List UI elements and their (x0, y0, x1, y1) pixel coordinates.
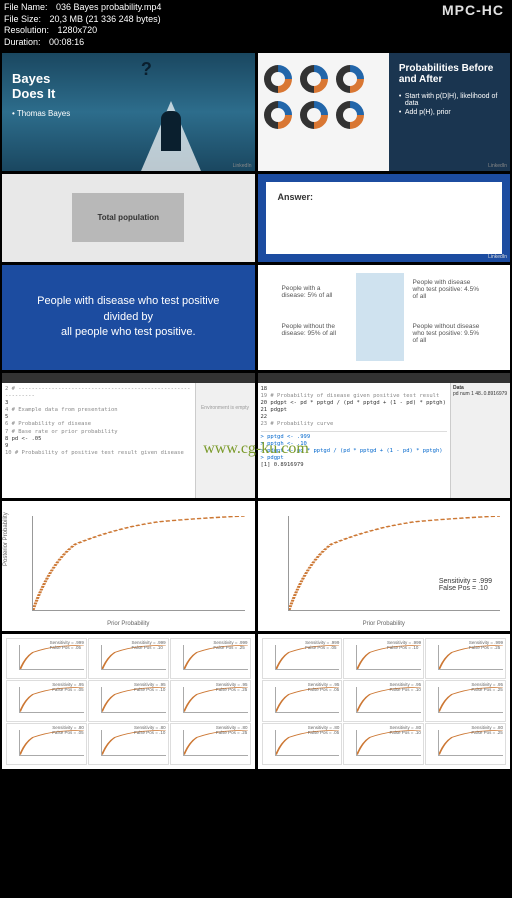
thumb-3[interactable]: Total population (2, 174, 255, 262)
answer-box: Answer: (266, 182, 503, 254)
thumb-4[interactable]: Answer: LinkedIn (258, 174, 511, 262)
small-chart: Sensitivity = .80False Pos = .05 (6, 723, 87, 765)
duration-label: Duration: (4, 37, 41, 47)
small-chart: Sensitivity = .999False Pos = .10 (88, 638, 169, 680)
small-chart: Sensitivity = .95False Pos = .25 (170, 680, 251, 722)
thumb-7[interactable]: 2 # ------------------------------------… (2, 373, 255, 498)
small-chart: Sensitivity = .80False Pos = .10 (343, 723, 424, 765)
env-panel: Datapd num 1 48..0.8916979 (450, 383, 510, 498)
thumb-8[interactable]: 1819 # Probability of disease given posi… (258, 373, 511, 498)
code-editor: 1819 # Probability of disease given posi… (258, 383, 451, 498)
line-chart (32, 516, 245, 611)
donut-icon (294, 95, 334, 135)
thumb-2[interactable]: Probabilities Before and After Start wit… (258, 53, 511, 171)
resolution-value: 1280x720 (58, 25, 98, 35)
small-chart: Sensitivity = .95False Pos = .05 (262, 680, 343, 722)
thumb-11[interactable]: Sensitivity = .999False Pos = .05Sensiti… (2, 634, 255, 769)
thumb-5[interactable]: People with disease who test positivediv… (2, 265, 255, 370)
env-panel: Environment is empty (195, 383, 255, 498)
code-editor: 2 # ------------------------------------… (2, 383, 195, 498)
thumbnail-grid: BayesDoes It • Thomas Bayes ? LinkedIn P… (0, 51, 512, 771)
filename-label: File Name: (4, 2, 48, 12)
small-chart: Sensitivity = .999False Pos = .25 (170, 638, 251, 680)
duration-value: 00:08:16 (49, 37, 84, 47)
filesize-value: 20,3 MB (21 336 248 bytes) (50, 14, 161, 24)
x-axis-label: Prior Probability (107, 621, 149, 627)
small-chart: Sensitivity = .80False Pos = .05 (262, 723, 343, 765)
attribution: LinkedIn (488, 163, 507, 169)
player-logo: MPC-HC (442, 2, 504, 18)
thumb-12[interactable]: Sensitivity = .999False Pos = .05Sensiti… (258, 634, 511, 769)
donut-icon (330, 59, 370, 99)
formula-text: People with disease who test positivediv… (37, 294, 219, 340)
ide-toolbar (2, 373, 255, 383)
question-mark-icon: ? (141, 59, 152, 80)
donut-icon (258, 59, 298, 99)
small-chart: Sensitivity = .999False Pos = .05 (262, 638, 343, 680)
chart-annotation: Sensitivity = .999False Pos = .10 (439, 578, 492, 592)
filesize-label: File Size: (4, 14, 41, 24)
ide-toolbar (258, 373, 511, 383)
small-chart: Sensitivity = .80False Pos = .10 (88, 723, 169, 765)
small-chart: Sensitivity = .999False Pos = .25 (425, 638, 506, 680)
silhouette-figure (141, 101, 201, 171)
x-axis-label: Prior Probability (363, 621, 405, 627)
thumb-6[interactable]: People with a disease: 5% of all People … (258, 265, 511, 370)
file-info-bar: File Name: 036 Bayes probability.mp4 Fil… (0, 0, 512, 51)
small-chart: Sensitivity = .95False Pos = .05 (6, 680, 87, 722)
thumb-1[interactable]: BayesDoes It • Thomas Bayes ? LinkedIn (2, 53, 255, 171)
attribution: LinkedIn (233, 163, 252, 169)
small-chart: Sensitivity = .95False Pos = .10 (88, 680, 169, 722)
small-chart: Sensitivity = .80False Pos = .25 (425, 723, 506, 765)
thumb-10[interactable]: Sensitivity = .999False Pos = .10 Prior … (258, 501, 511, 631)
small-chart: Sensitivity = .999False Pos = .10 (343, 638, 424, 680)
curve-line (33, 516, 245, 610)
donut-icon (294, 59, 334, 99)
donut-icon (258, 95, 298, 135)
small-chart: Sensitivity = .95False Pos = .25 (425, 680, 506, 722)
filename-value: 036 Bayes probability.mp4 (56, 2, 161, 12)
donut-icon (330, 95, 370, 135)
donut-icons (264, 65, 364, 129)
line-chart: Sensitivity = .999False Pos = .10 (288, 516, 501, 611)
small-chart: Sensitivity = .95False Pos = .10 (343, 680, 424, 722)
tree-diagram: People with a disease: 5% of all People … (258, 265, 511, 370)
curve-line (289, 516, 501, 610)
y-axis-label: Posterior Probability (3, 512, 9, 566)
population-box: Total population (72, 193, 184, 242)
small-chart: Sensitivity = .999False Pos = .05 (6, 638, 87, 680)
slide2-panel: Probabilities Before and After Start wit… (389, 53, 510, 171)
slide1-text: BayesDoes It • Thomas Bayes (12, 71, 70, 118)
attribution: LinkedIn (488, 254, 507, 260)
resolution-label: Resolution: (4, 25, 49, 35)
thumb-9[interactable]: Prior Probability Posterior Probability (2, 501, 255, 631)
small-chart: Sensitivity = .80False Pos = .25 (170, 723, 251, 765)
